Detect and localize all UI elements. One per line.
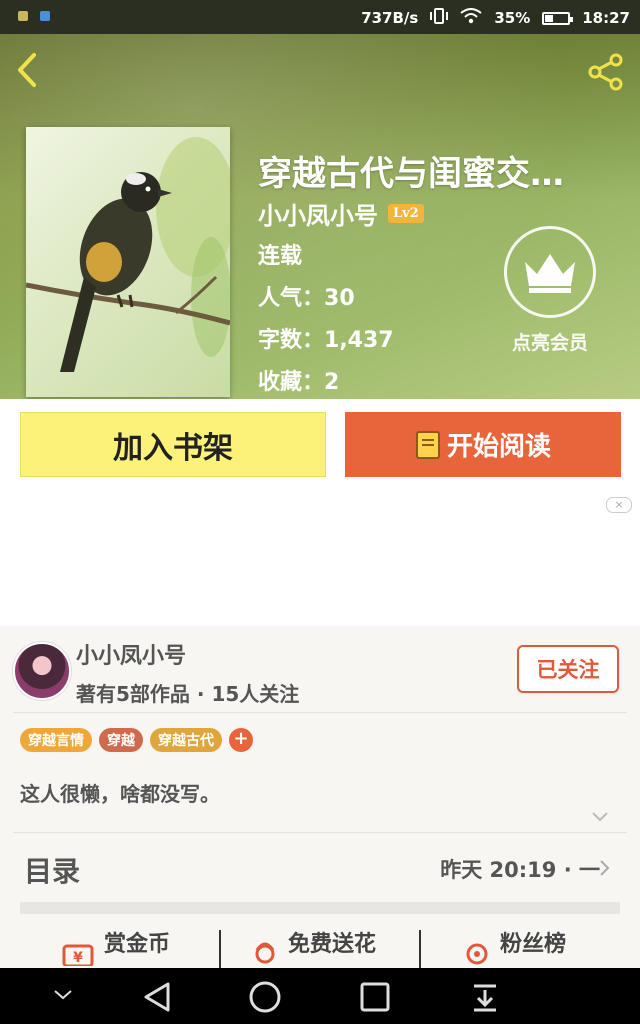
author-card-name[interactable]: 小小凤小号 — [76, 638, 186, 670]
notification-icon — [18, 11, 28, 21]
section-separator — [20, 902, 620, 914]
vip-label: 点亮会员 — [511, 332, 588, 354]
start-reading-label: 开始阅读 — [446, 432, 551, 462]
medal-icon — [466, 943, 488, 965]
avatar[interactable] — [13, 642, 71, 700]
flowers-tab[interactable]: 免费送花 — [250, 926, 376, 968]
notification-pull-down-icon[interactable] — [468, 980, 502, 1014]
ad-banner: × — [0, 491, 640, 626]
works-suffix: 部作品 — [129, 682, 190, 706]
add-tag-button[interactable]: + — [229, 728, 253, 752]
ad-close-button[interactable]: × — [606, 497, 632, 513]
vibrate-icon — [430, 8, 449, 28]
favorites-label: 收藏： — [258, 370, 325, 395]
network-speed: 737B/s — [361, 9, 419, 27]
serial-status: 连载 — [258, 244, 303, 269]
bottom-tabs: ¥ 赏金币 免费送花 粉丝榜 — [0, 926, 640, 968]
level-badge: Lv2 — [388, 204, 424, 223]
author-section: 小小凤小号 著有5部作品 · 15人关注 已关注 穿越言情 穿越 穿越古代 + … — [0, 626, 640, 968]
book-header: 穿越古代与闺蜜交… 小小凤小号 Lv2 连载 人气：30 字数：1,437 收藏… — [0, 34, 640, 399]
chevron-right-icon[interactable] — [600, 860, 610, 876]
back-button[interactable] — [12, 50, 42, 90]
works-count: 5 — [116, 682, 130, 706]
fans-label: 粉丝榜 — [500, 932, 567, 957]
author-row: 小小凤小号 Lv2 — [258, 196, 424, 231]
start-reading-button[interactable]: 开始阅读 — [345, 412, 621, 477]
bird-illustration — [26, 137, 230, 372]
toc-label[interactable]: 目录 — [24, 850, 80, 890]
tag-item[interactable]: 穿越 — [99, 728, 143, 752]
battery-icon — [542, 11, 574, 25]
favorites-row: 收藏：2 — [258, 364, 339, 396]
tab-separator — [419, 930, 421, 968]
system-navigation-bar — [0, 968, 640, 1024]
word-count-row: 字数：1,437 — [258, 322, 394, 354]
add-to-shelf-button[interactable]: 加入书架 — [20, 412, 326, 477]
vip-button[interactable]: 点亮会员 — [500, 226, 600, 366]
divider — [13, 712, 627, 713]
vip-badge — [504, 226, 596, 318]
hide-keyboard-icon[interactable] — [52, 988, 74, 1002]
svg-text:¥: ¥ — [73, 950, 83, 966]
popularity-value: 30 — [324, 286, 355, 311]
chevron-down-icon[interactable] — [592, 812, 608, 822]
fans-tab[interactable]: 粉丝榜 — [462, 926, 566, 968]
nav-back-icon[interactable] — [140, 980, 174, 1014]
favorites-value: 2 — [324, 370, 340, 395]
book-author[interactable]: 小小凤小号 — [258, 196, 378, 231]
notification-icon-2 — [40, 11, 50, 21]
coin-icon: ¥ — [62, 944, 94, 966]
flower-icon — [255, 942, 275, 964]
divider — [13, 832, 627, 833]
tag-list: 穿越言情 穿越 穿越古代 + — [20, 728, 253, 752]
follow-button[interactable]: 已关注 — [517, 645, 619, 693]
action-bar: 加入书架 开始阅读 — [0, 399, 640, 491]
wifi-icon — [460, 8, 482, 28]
share-icon — [588, 53, 623, 91]
followers-count: 15人关注 — [211, 682, 300, 706]
word-count-label: 字数： — [258, 328, 325, 353]
meta-separator: · — [196, 682, 205, 706]
flowers-label: 免费送花 — [288, 932, 377, 957]
tag-item[interactable]: 穿越古代 — [150, 728, 222, 752]
author-bio: 这人很懒，啥都没写。 — [20, 782, 220, 806]
author-meta: 著有5部作品 · 15人关注 — [76, 678, 299, 707]
works-prefix: 著有 — [76, 682, 116, 706]
tag-item[interactable]: 穿越言情 — [20, 728, 92, 752]
reward-label: 赏金币 — [104, 932, 171, 957]
popularity-row: 人气：30 — [258, 280, 355, 312]
popularity-label: 人气： — [258, 286, 325, 311]
nav-home-icon[interactable] — [248, 980, 282, 1014]
status-bar: 737B/s 35% 18:27 — [0, 0, 640, 34]
word-count-value: 1,437 — [324, 328, 394, 353]
chevron-left-icon — [18, 53, 36, 87]
book-icon — [415, 430, 440, 459]
tab-separator — [219, 930, 221, 968]
share-button[interactable] — [586, 52, 626, 92]
battery-percent: 35% — [494, 9, 531, 27]
crown-icon — [525, 254, 575, 293]
book-cover[interactable] — [26, 127, 230, 397]
clock: 18:27 — [582, 9, 630, 27]
nav-recents-icon[interactable] — [358, 980, 392, 1014]
book-title: 穿越古代与闺蜜交… — [258, 154, 564, 194]
reward-tab[interactable]: ¥ 赏金币 — [60, 926, 170, 968]
toc-latest-update[interactable]: 昨天 20:19 · 一 — [440, 854, 600, 884]
